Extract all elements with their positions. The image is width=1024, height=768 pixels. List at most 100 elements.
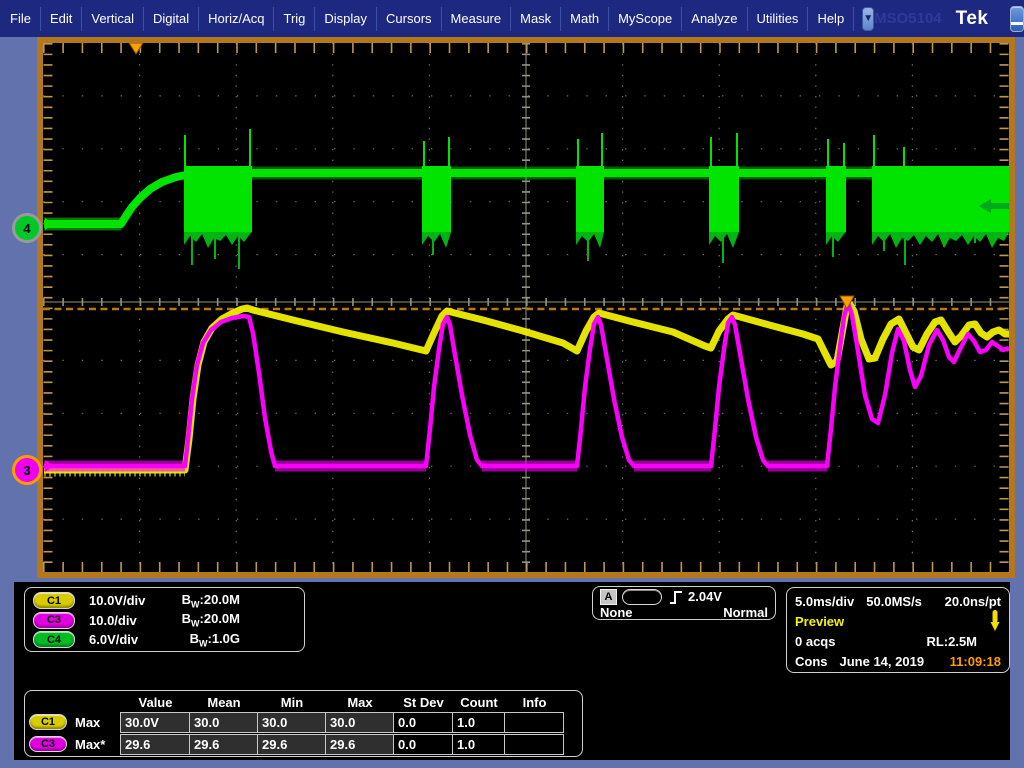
measure-channel-pill-c1[interactable]: C1	[29, 714, 67, 730]
c4-burst-block	[709, 166, 739, 232]
trigger-a-badge: A	[600, 588, 617, 605]
channel-bandwidth-value: BW:20.0M	[181, 591, 240, 610]
menu-item-myscope[interactable]: MyScope	[609, 6, 683, 31]
c4-burst-ragged-bottom	[826, 232, 846, 245]
time-value: 11:09:18	[949, 653, 1001, 669]
measure-cell: 0.0	[393, 712, 453, 733]
trigger-mode-label: Normal	[723, 605, 768, 620]
channel-scale-value: 6.0V/div	[89, 632, 139, 648]
menu-item-help[interactable]: Help	[808, 6, 855, 31]
c4-burst-ragged-bottom	[422, 232, 451, 248]
c4-burst-block	[576, 166, 604, 232]
measure-header-count: Count	[460, 695, 498, 710]
menu-item-measure[interactable]: Measure	[442, 6, 512, 31]
menu-item-display[interactable]: Display	[315, 6, 378, 31]
menu-item-analyze[interactable]: Analyze	[682, 6, 748, 31]
display-mode-label: Cons	[795, 653, 828, 669]
horizontal-readout-panel: 5.0ms/div 50.0MS/s 20.0ns/pt Preview 0 a…	[786, 587, 1010, 673]
tek-logo: Tek	[955, 7, 989, 29]
menu-overflow-dropdown-button[interactable]: ▼	[862, 6, 875, 31]
menu-item-vertical[interactable]: Vertical	[82, 6, 144, 31]
trigger-readout-panel: A C4 2.04V None Normal	[592, 586, 776, 620]
measurement-table-panel: Value Mean Min Max St Dev Count Info C1 Max 30.0V…	[24, 690, 583, 757]
c4-burst-block	[422, 166, 451, 232]
oscilloscope-screen: { "window": { "model": "MSO5104", "brand…	[0, 0, 1024, 768]
menu-item-digital[interactable]: Digital	[144, 6, 200, 31]
menu-bar: File Edit Vertical Digital Horiz/Acq Trig Disp…	[0, 0, 1024, 37]
menu-item-edit[interactable]: Edit	[41, 6, 83, 31]
channel-readout-row: C4 6.0V/div BW:1.0G	[33, 630, 296, 650]
channel-bandwidth-value: BW:20.0M	[181, 611, 240, 630]
measure-header-mean: Mean	[207, 695, 241, 710]
minimize-icon	[1011, 21, 1024, 25]
measure-cell: 0.0	[393, 734, 453, 755]
trigger-position-pin-icon	[990, 610, 1000, 631]
measure-row-label: C1 Max	[29, 712, 121, 732]
measure-header-blank	[29, 693, 121, 712]
c4-burst-ragged-bottom	[872, 232, 1009, 248]
minimize-button[interactable]	[1010, 5, 1024, 32]
menu-item-file[interactable]: File	[0, 6, 41, 31]
channel-pill-c3[interactable]: C3	[33, 611, 75, 629]
acquisition-count: 0 acqs	[795, 633, 836, 649]
measure-cell	[504, 712, 564, 733]
timebase-value: 5.0ms/div	[795, 593, 855, 609]
readout-section: C1 10.0V/div BW:20.0M C3 10.0/div BW:20.0M C4 6…	[14, 582, 1010, 760]
c4-burst-block	[184, 166, 252, 232]
waveform-display-area: 43	[0, 37, 1024, 582]
measure-name: Max*	[75, 736, 106, 752]
menu-item-utilities[interactable]: Utilities	[748, 6, 809, 31]
channel-pill-c1[interactable]: C1	[33, 592, 75, 610]
resolution-value: 20.0ns/pt	[944, 593, 1001, 609]
menu-item-cursors[interactable]: Cursors	[377, 6, 442, 31]
channel-scale-value: 10.0/div	[89, 612, 137, 628]
measure-cell: 1.0	[452, 712, 505, 733]
menu-item-math[interactable]: Math	[561, 6, 610, 31]
c4-burst-ragged-bottom	[184, 232, 252, 248]
model-label: MSO5104	[874, 10, 942, 27]
measure-cell: 1.0	[452, 734, 505, 755]
menu-item-horizacq[interactable]: Horiz/Acq	[199, 6, 275, 31]
measure-header-stdev: St Dev	[403, 695, 444, 710]
measure-cell: 29.6	[257, 734, 326, 755]
trigger-holdoff-label: None	[600, 605, 633, 620]
rising-edge-icon	[670, 590, 682, 604]
record-length-value: RL:2.5M	[926, 633, 977, 649]
c4-burst-block	[826, 166, 846, 232]
menu-items: File Edit Vertical Digital Horiz/Acq Trig Disp…	[0, 6, 855, 31]
measure-cell: 29.6	[325, 734, 394, 755]
menu-item-trig[interactable]: Trig	[274, 6, 316, 31]
channel-readout-row: C1 10.0V/div BW:20.0M	[33, 591, 296, 611]
channel-marker-3[interactable]: 3	[12, 455, 42, 485]
channel-pill-c4[interactable]: C4	[33, 631, 75, 649]
graticule[interactable]	[37, 37, 1015, 578]
measure-cell: 30.0V	[120, 712, 190, 733]
channel-bandwidth-value: BW:1.0G	[189, 630, 240, 649]
vertical-readout-panel: C1 10.0V/div BW:20.0M C3 10.0/div BW:20.0M C4 6…	[24, 587, 305, 652]
trigger-source-pill[interactable]: C4	[622, 588, 662, 605]
channel-marker-4[interactable]: 4	[12, 213, 42, 243]
measure-name: Max	[75, 714, 101, 730]
trigger-level-value: 2.04V	[688, 589, 722, 604]
acquisition-status: Preview	[795, 613, 845, 629]
measure-cell: 29.6	[189, 734, 258, 755]
measure-channel-pill-c3[interactable]: C3	[29, 736, 67, 752]
measurement-table: Value Mean Min Max St Dev Count Info C1 Max 30.0V…	[29, 693, 578, 756]
channel-scale-value: 10.0V/div	[89, 593, 146, 609]
date-value: June 14, 2019	[839, 653, 925, 669]
measure-header-max: Max	[347, 695, 373, 710]
waveform-canvas[interactable]	[43, 43, 1009, 572]
measure-header-value: Value	[138, 695, 173, 710]
measure-cell	[504, 734, 564, 755]
measure-cell: 30.0	[257, 712, 326, 733]
channel-readout-row: C3 10.0/div BW:20.0M	[33, 611, 296, 631]
sample-rate-value: 50.0MS/s	[866, 593, 922, 609]
measure-row-label: C3 Max*	[29, 734, 121, 754]
chevron-down-icon: ▼	[863, 13, 874, 24]
measure-cell: 29.6	[120, 734, 190, 755]
measure-cell: 30.0	[189, 712, 258, 733]
measure-header-info: Info	[522, 695, 547, 710]
menu-item-mask[interactable]: Mask	[511, 6, 562, 31]
measure-cell: 30.0	[325, 712, 394, 733]
c4-burst-block	[872, 166, 1009, 232]
